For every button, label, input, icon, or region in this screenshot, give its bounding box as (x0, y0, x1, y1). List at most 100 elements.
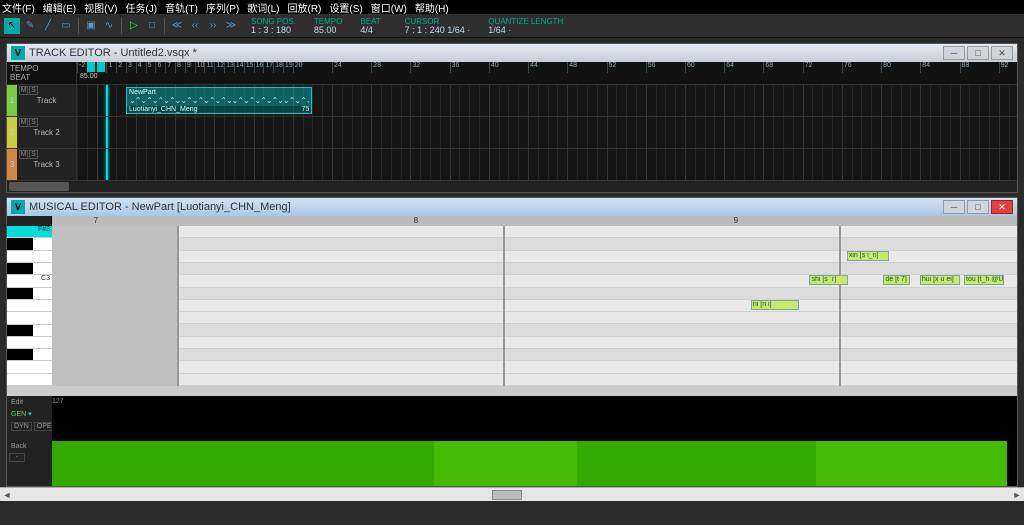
solo-button[interactable]: S (29, 118, 38, 127)
musical-editor-titlebar[interactable]: V MUSICAL EDITOR - NewPart [Luotianyi_CH… (7, 198, 1017, 216)
track-row: 3MSTrack 3 (7, 148, 1017, 180)
solo-button[interactable]: S (29, 86, 38, 95)
stop-button[interactable]: □ (144, 18, 160, 34)
mute-button[interactable]: M (19, 150, 28, 159)
track-part[interactable]: NewPart⌄⌃⌄⌃⌄⌃⌄⌃⌄⌄⌃⌄⌃⌄⌃⌄⌃⌄⌄⌃⌄⌃⌄⌃⌄⌃⌄⌄⌃⌄⌃⌄⌃… (126, 87, 312, 114)
piano-roll-ruler[interactable]: 789 (52, 216, 1017, 226)
musical-editor-title: MUSICAL EDITOR - NewPart [Luotianyi_CHN_… (29, 201, 291, 213)
piano-key[interactable] (7, 263, 52, 275)
note[interactable]: de [t 7] (883, 275, 910, 285)
track-row: 2MSTrack 2 (7, 116, 1017, 148)
piano-key[interactable] (7, 337, 52, 349)
piano-key[interactable] (7, 251, 52, 263)
key-label: C3 (41, 275, 50, 282)
param-scale-top: 127 (52, 398, 64, 405)
menu-item[interactable]: 编辑(E) (43, 0, 76, 15)
eraser-tool[interactable]: ▭ (58, 18, 74, 34)
track-editor-titlebar[interactable]: V TRACK EDITOR - Untitled2.vsqx * ─ □ ✕ (7, 44, 1017, 62)
maximize-button[interactable]: □ (967, 46, 989, 60)
piano-roll-area[interactable]: shi [s` r] xin [s i_n]ni [n i] de [t 7] hui… (52, 226, 1017, 386)
piano-key[interactable] (7, 349, 52, 361)
scrollbar-thumb[interactable] (492, 490, 522, 500)
track-editor-title: TRACK EDITOR - Untitled2.vsqx * (29, 47, 197, 59)
minimize-button[interactable]: ─ (943, 46, 965, 60)
param-dyn-button[interactable]: DYN (11, 422, 32, 431)
track-number[interactable]: 2 (7, 117, 17, 148)
main-menubar: 文件(F) 编辑(E) 视图(V) 任务(J) 音轨(T) 序列(P) 歌词(L) 回放(R)… (0, 0, 1024, 14)
close-button[interactable]: ✕ (991, 200, 1013, 214)
piano-keys[interactable]: F#3 C3 (7, 226, 52, 386)
piano-roll-mid-scroll[interactable] (7, 386, 1017, 396)
menu-item[interactable]: 帮助(H) (415, 0, 449, 15)
menu-item[interactable]: 任务(J) (125, 0, 157, 15)
rewind-button[interactable]: ‹‹ (187, 18, 203, 34)
track-timeline-ruler[interactable]: -2-1012345678910111213141516171819202428… (77, 62, 1017, 84)
part-name: NewPart (129, 89, 309, 96)
play-button[interactable]: ▷ (126, 18, 142, 34)
note[interactable]: tou [t_h @U] (964, 275, 1004, 285)
piano-key[interactable] (7, 238, 52, 250)
track-lane[interactable] (77, 149, 1017, 180)
curve-tool[interactable]: ∿ (101, 18, 117, 34)
piano-ruler-corner (7, 216, 52, 226)
track-header[interactable]: MSTrack (17, 85, 77, 116)
scroll-right-button[interactable]: ► (1010, 490, 1024, 500)
piano-key[interactable] (7, 361, 52, 373)
note[interactable]: ni [n i] (751, 300, 799, 310)
menu-item[interactable]: 歌词(L) (247, 0, 279, 15)
piano-key[interactable] (7, 300, 52, 312)
solo-button[interactable]: S (29, 150, 38, 159)
toolbar-divider (121, 18, 122, 34)
forward-end-button[interactable]: ≫ (223, 18, 239, 34)
quantize-value: 1/64 · (488, 26, 563, 35)
mode-tool[interactable]: ▣ (83, 18, 99, 34)
pencil-tool[interactable]: ✎ (22, 18, 38, 34)
rewind-start-button[interactable]: ≪ (169, 18, 185, 34)
piano-key[interactable] (7, 312, 52, 324)
playhead[interactable] (106, 117, 108, 148)
piano-key[interactable] (7, 288, 52, 300)
line-tool[interactable]: ╱ (40, 18, 56, 34)
menu-item[interactable]: 文件(F) (2, 0, 35, 15)
mute-button[interactable]: M (19, 86, 28, 95)
playhead[interactable] (106, 149, 108, 180)
track-header[interactable]: MSTrack 3 (17, 149, 77, 180)
menu-item[interactable]: 音轨(T) (165, 0, 198, 15)
track-name: Track (37, 96, 57, 105)
piano-key[interactable] (7, 325, 52, 337)
track-ruler-header: TEMPO BEAT (7, 62, 77, 84)
global-h-scrollbar[interactable]: ◄ ► (0, 487, 1024, 501)
param-gen-button[interactable]: GEN ▾ (9, 409, 34, 419)
piano-key[interactable]: F#3 (7, 226, 52, 238)
note[interactable]: xin [s i_n] (847, 251, 889, 261)
note[interactable]: shi [s` r] (809, 275, 847, 285)
menu-item[interactable]: 设置(S) (329, 0, 362, 15)
parameter-graph[interactable]: 127 (52, 396, 1017, 486)
scrollbar-thumb[interactable] (9, 182, 69, 191)
pointer-tool[interactable]: ↖ (4, 18, 20, 34)
param-back-dropdown[interactable]: - (9, 453, 25, 462)
piano-key[interactable]: C3 (7, 275, 52, 287)
note[interactable]: hui [x u ei] (920, 275, 960, 285)
track-number[interactable]: 3 (7, 149, 17, 180)
parameter-controls: Edit GEN ▾ DYNOPE Back - (7, 396, 52, 486)
app-icon: V (11, 200, 25, 214)
mute-button[interactable]: M (19, 118, 28, 127)
menu-item[interactable]: 回放(R) (288, 0, 322, 15)
track-h-scrollbar[interactable] (7, 180, 1017, 192)
track-editor-window: V TRACK EDITOR - Untitled2.vsqx * ─ □ ✕ … (6, 43, 1018, 193)
playhead[interactable] (106, 85, 108, 116)
track-lane[interactable]: NewPart⌄⌃⌄⌃⌄⌃⌄⌃⌄⌄⌃⌄⌃⌄⌃⌄⌃⌄⌄⌃⌄⌃⌄⌃⌄⌃⌄⌄⌃⌄⌃⌄⌃… (77, 85, 1017, 116)
close-button[interactable]: ✕ (991, 46, 1013, 60)
menu-item[interactable]: 视图(V) (84, 0, 117, 15)
maximize-button[interactable]: □ (967, 200, 989, 214)
menu-item[interactable]: 序列(P) (206, 0, 239, 15)
track-number[interactable]: 1 (7, 85, 17, 116)
piano-key[interactable] (7, 374, 52, 386)
forward-button[interactable]: ›› (205, 18, 221, 34)
scroll-left-button[interactable]: ◄ (0, 490, 14, 500)
minimize-button[interactable]: ─ (943, 200, 965, 214)
track-lane[interactable] (77, 117, 1017, 148)
track-header[interactable]: MSTrack 2 (17, 117, 77, 148)
menu-item[interactable]: 窗口(W) (371, 0, 407, 15)
